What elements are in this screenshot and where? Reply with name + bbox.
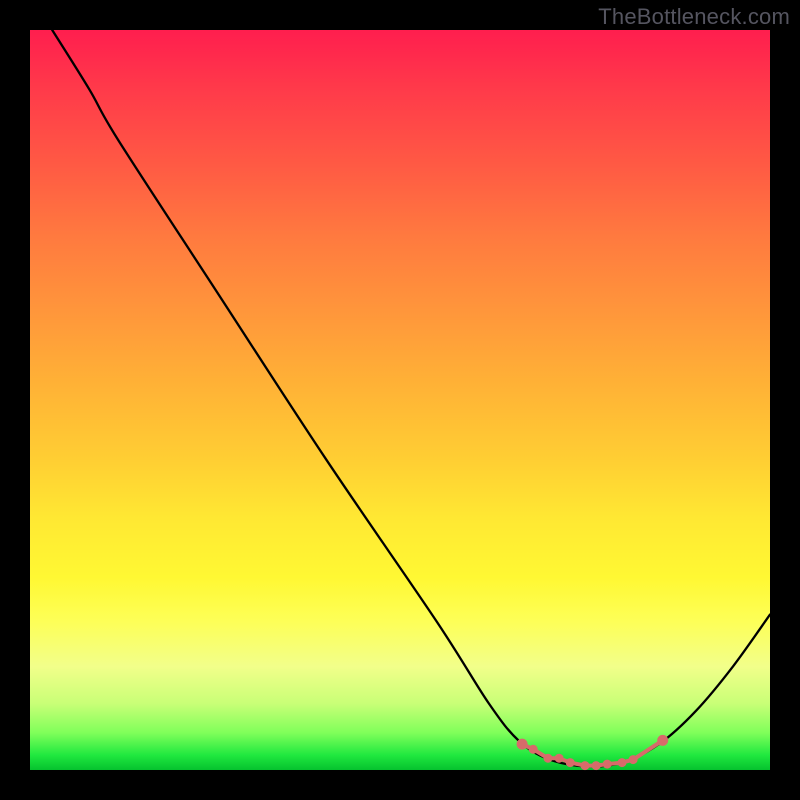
valley-marker-dot <box>517 739 528 750</box>
valley-marker-dot <box>566 758 575 767</box>
valley-marker-dot <box>529 745 538 754</box>
valley-marker-dot <box>657 735 668 746</box>
valley-marker-dot <box>618 758 627 767</box>
valley-marker-dot <box>581 761 590 770</box>
valley-marker-dot <box>603 760 612 769</box>
valley-marker-group <box>517 735 669 770</box>
valley-marker-dot <box>555 754 564 763</box>
chart-svg <box>30 30 770 770</box>
bottleneck-curve <box>52 30 770 767</box>
plot-area <box>30 30 770 770</box>
valley-marker-dot <box>544 754 553 763</box>
chart-container: TheBottleneck.com <box>0 0 800 800</box>
watermark-text: TheBottleneck.com <box>598 4 790 30</box>
valley-marker-line <box>522 740 663 765</box>
valley-marker-dot <box>629 755 638 764</box>
valley-marker-dot <box>592 761 601 770</box>
